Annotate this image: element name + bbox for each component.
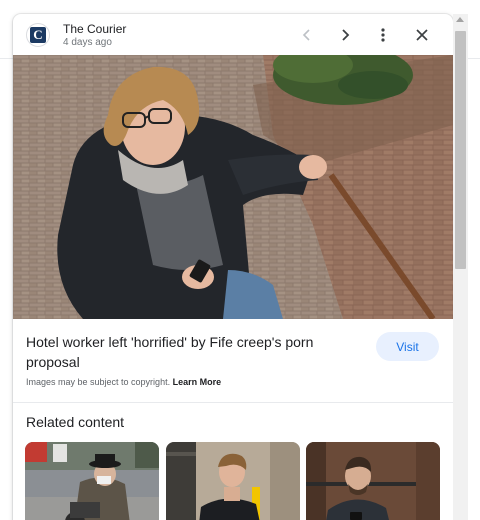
source-name[interactable]: The Courier xyxy=(63,22,126,36)
scroll-thumb[interactable] xyxy=(455,31,466,269)
scrollbar[interactable] xyxy=(453,14,468,520)
close-icon xyxy=(416,29,428,41)
related-photo-3 xyxy=(306,442,440,520)
image-preview-panel: C The Courier 4 days ago Hotel worker le… xyxy=(13,14,453,520)
visit-button[interactable]: Visit xyxy=(376,332,439,361)
related-photo-1 xyxy=(25,442,159,520)
related-thumbnail[interactable] xyxy=(306,442,440,520)
timestamp: 4 days ago xyxy=(63,37,112,48)
learn-more-link[interactable]: Learn More xyxy=(173,377,222,387)
related-thumbnail[interactable] xyxy=(166,442,300,520)
next-button[interactable] xyxy=(332,22,358,48)
related-photo-2 xyxy=(166,442,300,520)
source-logo[interactable]: C xyxy=(26,23,50,47)
scroll-up-arrow-icon[interactable] xyxy=(456,17,464,22)
copyright-notice: Images may be subject to copyright. Lear… xyxy=(26,377,221,387)
chevron-right-icon xyxy=(342,29,350,41)
close-button[interactable] xyxy=(409,22,435,48)
related-thumbnail[interactable] xyxy=(25,442,159,520)
more-options-button[interactable] xyxy=(370,22,396,48)
section-divider xyxy=(13,402,453,403)
main-photo-illustration xyxy=(13,55,453,319)
previous-button[interactable] xyxy=(294,22,320,48)
related-content-heading: Related content xyxy=(26,414,125,430)
copyright-text: Images may be subject to copyright. xyxy=(26,377,171,387)
panel-header: C The Courier 4 days ago xyxy=(13,14,453,56)
main-image[interactable] xyxy=(13,55,453,319)
chevron-left-icon xyxy=(302,29,310,41)
source-logo-letter: C xyxy=(30,27,46,43)
article-title[interactable]: Hotel worker left 'horrified' by Fife cr… xyxy=(26,332,356,372)
more-vert-icon xyxy=(381,28,385,42)
